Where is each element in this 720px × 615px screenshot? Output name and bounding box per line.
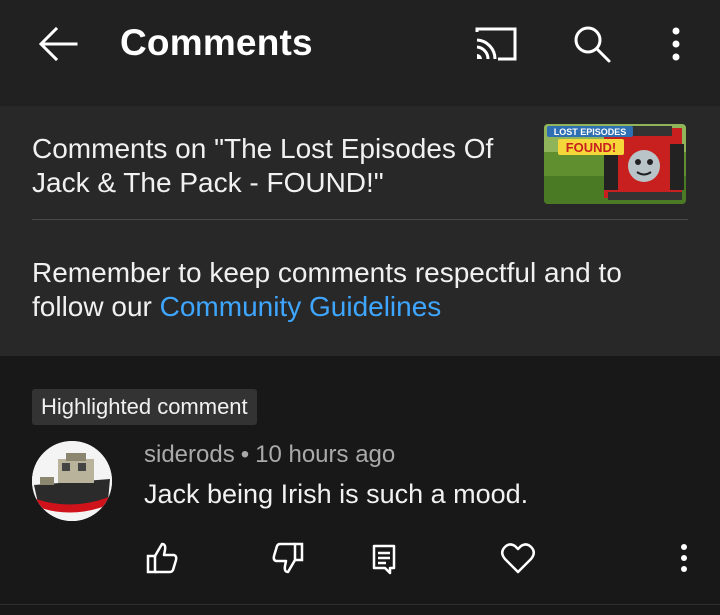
meta-separator: • (240, 441, 250, 468)
reply-icon[interactable] (364, 538, 404, 578)
comment-text: Jack being Irish is such a mood. (144, 479, 529, 509)
guidelines-notice: Remember to keep comments respectful and… (32, 256, 682, 324)
comment-time: 10 hours ago (255, 441, 396, 468)
comments-header-panel: Comments on "The Lost Episodes Of Jack &… (0, 106, 720, 356)
cast-icon[interactable] (474, 26, 518, 62)
highlighted-comment-badge: Highlighted comment (32, 389, 257, 425)
search-icon[interactable] (572, 24, 612, 64)
avatar[interactable] (32, 441, 112, 521)
comment-author[interactable]: siderods (144, 441, 235, 468)
divider (32, 219, 688, 220)
back-arrow-icon[interactable] (36, 24, 80, 64)
page-title: Comments (120, 22, 313, 63)
more-vert-icon[interactable] (666, 24, 686, 64)
comment-more-icon[interactable] (674, 538, 694, 578)
bottom-divider (0, 604, 720, 605)
thumbnail-line2: FOUND! (566, 140, 617, 155)
video-thumbnail[interactable]: LOST EPISODES FOUND! (544, 124, 686, 204)
community-guidelines-link[interactable]: Community Guidelines (160, 291, 442, 322)
heart-icon[interactable] (498, 538, 538, 578)
thumbnail-line1: LOST EPISODES (554, 127, 627, 137)
like-icon[interactable] (142, 538, 182, 578)
top-app-bar: Comments (0, 0, 720, 106)
dislike-icon[interactable] (268, 538, 308, 578)
comment-meta: siderods • 10 hours ago (144, 441, 395, 469)
video-title[interactable]: Comments on "The Lost Episodes Of Jack &… (32, 132, 512, 200)
